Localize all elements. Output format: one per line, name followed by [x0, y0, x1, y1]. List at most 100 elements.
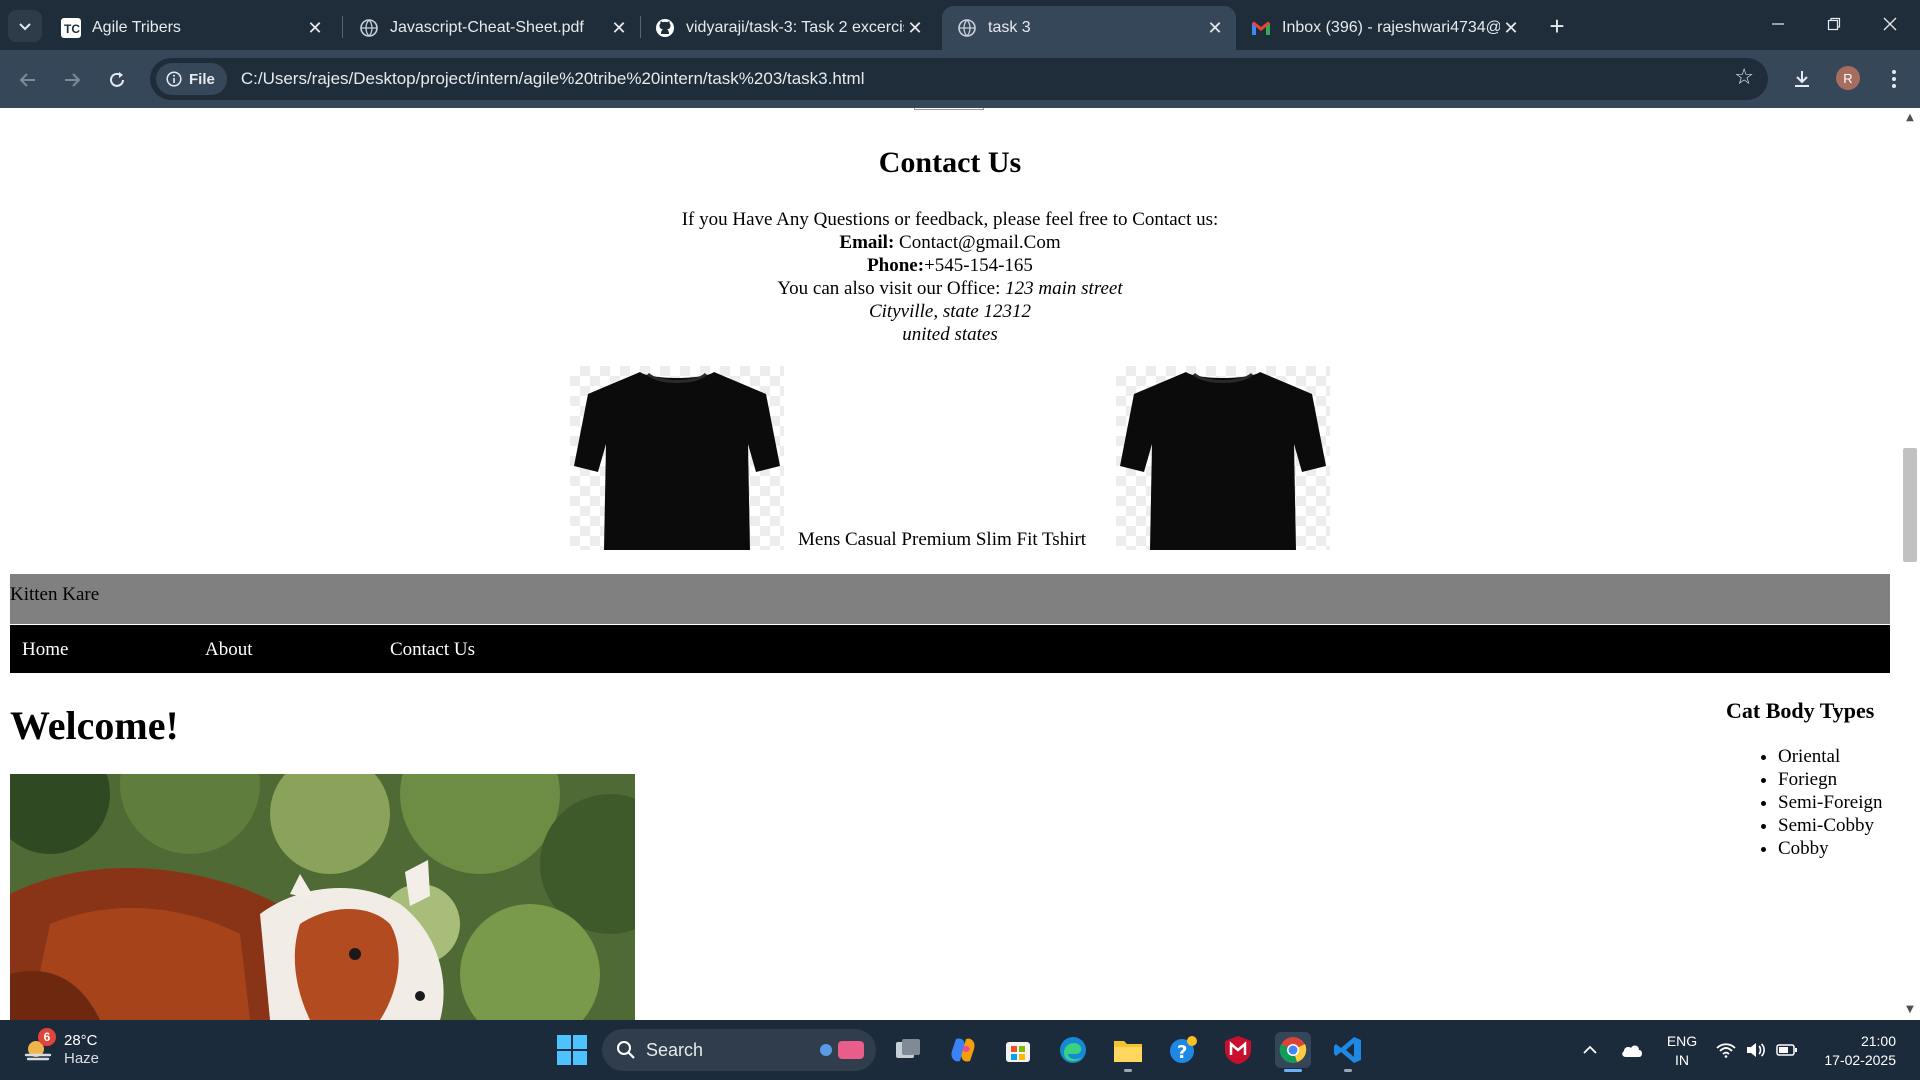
globe-icon: [358, 17, 380, 39]
site-info-label: File: [189, 70, 215, 88]
contact-email: Email: Contact@gmail.Com: [0, 231, 1900, 254]
edge-app[interactable]: [1055, 1032, 1091, 1068]
close-icon[interactable]: ✕: [904, 17, 926, 39]
contact-info: If you Have Any Questions or feedback, p…: [0, 208, 1900, 346]
address-bar[interactable]: File C:/Users/rajes/Desktop/project/inte…: [150, 58, 1768, 100]
reload-icon: [110, 72, 124, 87]
product-caption: Mens Casual Premium Slim Fit Tshirt: [798, 529, 1087, 550]
welcome-heading: Welcome!: [10, 703, 179, 748]
search-highlight-icon: [820, 1041, 864, 1059]
tab-javascript-cheat-sheet[interactable]: Javascript-Cheat-Sheet.pdf ✕: [344, 6, 640, 50]
volume-tray[interactable]: [1746, 1020, 1766, 1080]
scroll-down-arrow-icon[interactable]: ▼: [1904, 1004, 1916, 1016]
nav-contact-link[interactable]: Contact Us: [390, 639, 475, 661]
weather-badge: 6: [38, 1028, 56, 1046]
folder-icon: [1114, 1041, 1142, 1062]
minimize-icon: [1772, 23, 1784, 25]
window-close-button[interactable]: [1862, 8, 1918, 40]
close-icon: [1883, 17, 1897, 31]
page-scrollbar[interactable]: ▲ ▼: [1900, 108, 1920, 1020]
battery-icon: [1776, 1044, 1797, 1056]
vscode-app[interactable]: [1330, 1032, 1366, 1072]
tab-title: Agile Tribers: [92, 19, 181, 36]
downloads-button[interactable]: [1786, 63, 1818, 95]
copilot-app[interactable]: [945, 1032, 981, 1068]
info-icon: [166, 71, 182, 87]
tab-title: Inbox (396) - rajeshwari4734@gmail.com: [1282, 19, 1500, 36]
contact-phone: Phone:+545-154-165: [0, 254, 1900, 277]
task-view-button[interactable]: [890, 1032, 926, 1068]
list-item: Semi-Foreign: [1778, 791, 1883, 814]
mcafee-app[interactable]: [1220, 1032, 1256, 1068]
browser-toolbar: File C:/Users/rajes/Desktop/project/inte…: [0, 50, 1920, 108]
new-tab-button[interactable]: +: [1543, 11, 1571, 41]
vscode-icon: [1334, 1037, 1361, 1063]
tc-logo-icon: TC: [60, 17, 82, 39]
close-icon[interactable]: ✕: [1204, 17, 1226, 39]
github-icon: [654, 17, 676, 39]
battery-tray[interactable]: [1776, 1020, 1798, 1080]
tab-agile-tribers[interactable]: TC Agile Tribers ✕: [46, 6, 336, 50]
task-view-icon: [896, 1039, 920, 1058]
weather-desc: Haze: [64, 1050, 100, 1067]
tab-strip: TC Agile Tribers ✕ Javascript-Cheat-Shee…: [0, 0, 1920, 50]
speaker-icon: [1747, 1043, 1765, 1057]
clock[interactable]: 21:00 17-02-2025: [1818, 1032, 1896, 1070]
site-header: Kitten Kare: [10, 574, 1890, 624]
phone-value: +545-154-165: [924, 255, 1033, 276]
list-item: Foriegn: [1778, 768, 1883, 791]
chrome-app[interactable]: [1275, 1032, 1311, 1072]
close-icon[interactable]: ✕: [304, 17, 326, 39]
back-button[interactable]: [12, 64, 44, 96]
bookmark-star-icon[interactable]: ☆: [1734, 65, 1754, 90]
onedrive-tray[interactable]: [1620, 1020, 1644, 1080]
tab-task-3[interactable]: task 3 ✕: [942, 6, 1236, 50]
browser-menu-button[interactable]: [1878, 63, 1910, 95]
helper-app[interactable]: ?: [1165, 1032, 1201, 1068]
wifi-tray[interactable]: [1716, 1020, 1736, 1080]
taskbar-search[interactable]: Search: [602, 1029, 876, 1071]
chevron-down-icon: [19, 23, 31, 31]
close-icon[interactable]: ✕: [1500, 17, 1522, 39]
close-icon[interactable]: ✕: [608, 17, 630, 39]
scrollbar-thumb[interactable]: [1903, 448, 1917, 562]
microsoft-store-app[interactable]: [1000, 1032, 1036, 1068]
globe-icon: [956, 17, 978, 39]
cut-off-element: [914, 108, 984, 110]
list-item: Oriental: [1778, 745, 1883, 768]
copilot-icon: [951, 1038, 975, 1062]
tab-title: Javascript-Cheat-Sheet.pdf: [390, 19, 584, 36]
weather-widget[interactable]: 6 28°C Haze: [22, 1028, 100, 1068]
nav-home-link[interactable]: Home: [22, 639, 68, 661]
address-line-2: Cityville, state 12312: [868, 301, 1031, 322]
nav-about-link[interactable]: About: [205, 639, 253, 661]
reload-button[interactable]: [101, 64, 133, 96]
tab-title: task 3: [988, 19, 1031, 36]
contact-title: Contact Us: [878, 146, 1022, 179]
minimize-button[interactable]: [1750, 8, 1806, 40]
profile-avatar[interactable]: R: [1836, 66, 1860, 90]
file-explorer-app[interactable]: [1110, 1032, 1146, 1072]
site-info-chip[interactable]: File: [156, 63, 227, 95]
restore-button[interactable]: [1806, 8, 1862, 40]
lang-line-1: ENG: [1666, 1033, 1698, 1049]
site-nav: Home About Contact Us: [10, 625, 1890, 673]
product-row: Mens Casual Premium Slim Fit Tshirt: [570, 366, 1330, 556]
address-line-1: 123 main street: [1005, 278, 1123, 299]
page-viewport: Contact Us If you Have Any Questions or …: [0, 108, 1900, 1020]
chrome-icon: [1279, 1037, 1307, 1063]
address-line-3: united states: [902, 324, 998, 345]
list-item: Semi-Cobby: [1778, 814, 1883, 837]
url-text[interactable]: C:/Users/rajes/Desktop/project/intern/ag…: [241, 69, 865, 89]
tab-github-task3[interactable]: vidyaraji/task-3: Task 2 excercise ✕: [640, 6, 936, 50]
scroll-up-arrow-icon[interactable]: ▲: [1904, 112, 1916, 124]
arrow-left-icon: [19, 73, 35, 87]
tab-search-button[interactable]: [8, 10, 42, 42]
language-indicator[interactable]: ENG IN: [1666, 1032, 1698, 1070]
clock-time: 21:00: [1860, 1033, 1896, 1049]
tray-overflow-button[interactable]: [1582, 1020, 1598, 1080]
forward-button[interactable]: [56, 64, 88, 96]
tab-gmail-inbox[interactable]: Inbox (396) - rajeshwari4734@gmail.com ✕: [1236, 6, 1532, 50]
restore-icon: [1827, 17, 1841, 31]
start-button[interactable]: [556, 1034, 588, 1066]
